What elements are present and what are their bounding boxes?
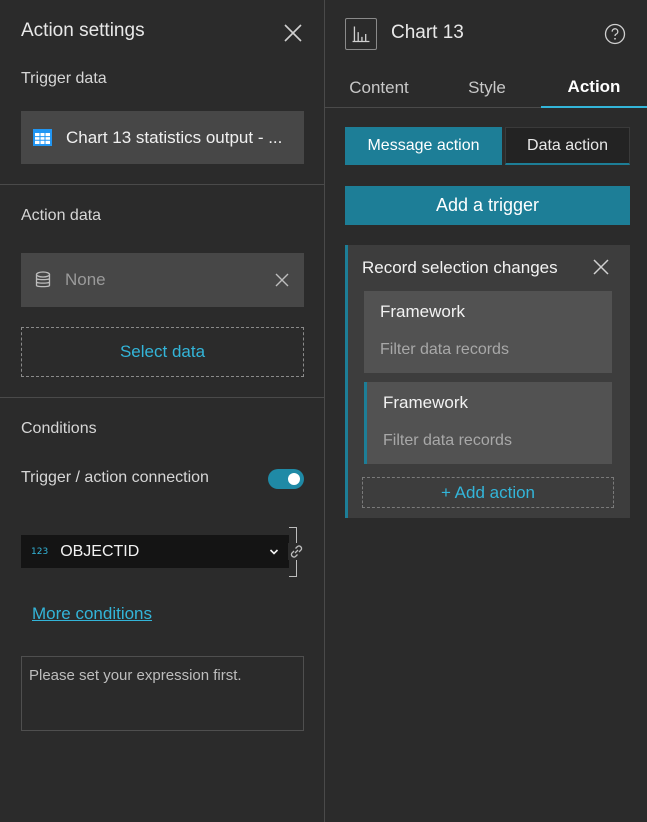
widget-settings-panel: Chart 13 Content Style Action Message ac… xyxy=(325,0,647,822)
divider xyxy=(0,184,324,185)
database-icon xyxy=(35,271,51,288)
action-item-desc: Filter data records xyxy=(383,432,512,449)
number-type-icon: 123 xyxy=(31,546,49,557)
data-action-tab[interactable]: Data action xyxy=(505,127,630,165)
clear-icon[interactable] xyxy=(274,272,290,288)
action-data-source: None xyxy=(21,253,304,307)
action-data-label: Action data xyxy=(21,207,102,224)
trigger-data-label: Trigger data xyxy=(21,70,107,87)
panel-title: Action settings xyxy=(21,20,145,41)
action-item-name: Framework xyxy=(380,302,466,321)
more-conditions-link[interactable]: More conditions xyxy=(32,604,152,624)
select-data-button[interactable]: Select data xyxy=(21,327,304,377)
field-select[interactable]: 123 OBJECTID xyxy=(21,535,289,568)
expression-box[interactable]: Please set your expression first. xyxy=(21,656,304,731)
action-item[interactable]: Framework Filter data records xyxy=(364,291,612,373)
tab-content[interactable]: Content xyxy=(325,68,433,108)
tab-action[interactable]: Action xyxy=(541,68,647,108)
action-settings-panel: Action settings Trigger data Chart 13 st… xyxy=(0,0,325,822)
trigger-data-source[interactable]: Chart 13 statistics output - ... xyxy=(21,111,304,164)
add-trigger-button[interactable]: Add a trigger xyxy=(345,186,630,225)
action-item-name: Framework xyxy=(383,393,469,412)
divider xyxy=(0,397,324,398)
action-item-desc: Filter data records xyxy=(380,341,509,358)
chevron-down-icon xyxy=(269,548,279,555)
bar-chart-icon xyxy=(345,18,377,50)
conditions-label: Conditions xyxy=(21,420,97,437)
widget-title: Chart 13 xyxy=(391,22,464,43)
close-icon[interactable] xyxy=(282,22,304,44)
trigger-data-value: Chart 13 statistics output - ... xyxy=(66,127,283,147)
close-icon[interactable] xyxy=(592,258,610,276)
connection-toggle[interactable] xyxy=(268,469,304,489)
add-action-button[interactable]: + Add action xyxy=(362,477,614,508)
tab-style[interactable]: Style xyxy=(433,68,541,108)
help-icon[interactable] xyxy=(604,23,626,45)
action-data-value: None xyxy=(65,270,106,289)
field-select-value: OBJECTID xyxy=(60,542,140,560)
toggle-knob xyxy=(288,473,300,485)
settings-tabs: Content Style Action xyxy=(325,68,647,108)
link-icon[interactable] xyxy=(288,543,305,560)
table-icon xyxy=(33,129,52,146)
message-action-tab[interactable]: Message action xyxy=(345,127,502,165)
trigger-card-title: Record selection changes xyxy=(362,258,558,277)
action-item[interactable]: Framework Filter data records xyxy=(364,382,612,464)
trigger-card: Record selection changes Framework Filte… xyxy=(345,245,630,518)
connection-label: Trigger / action connection xyxy=(21,469,209,486)
